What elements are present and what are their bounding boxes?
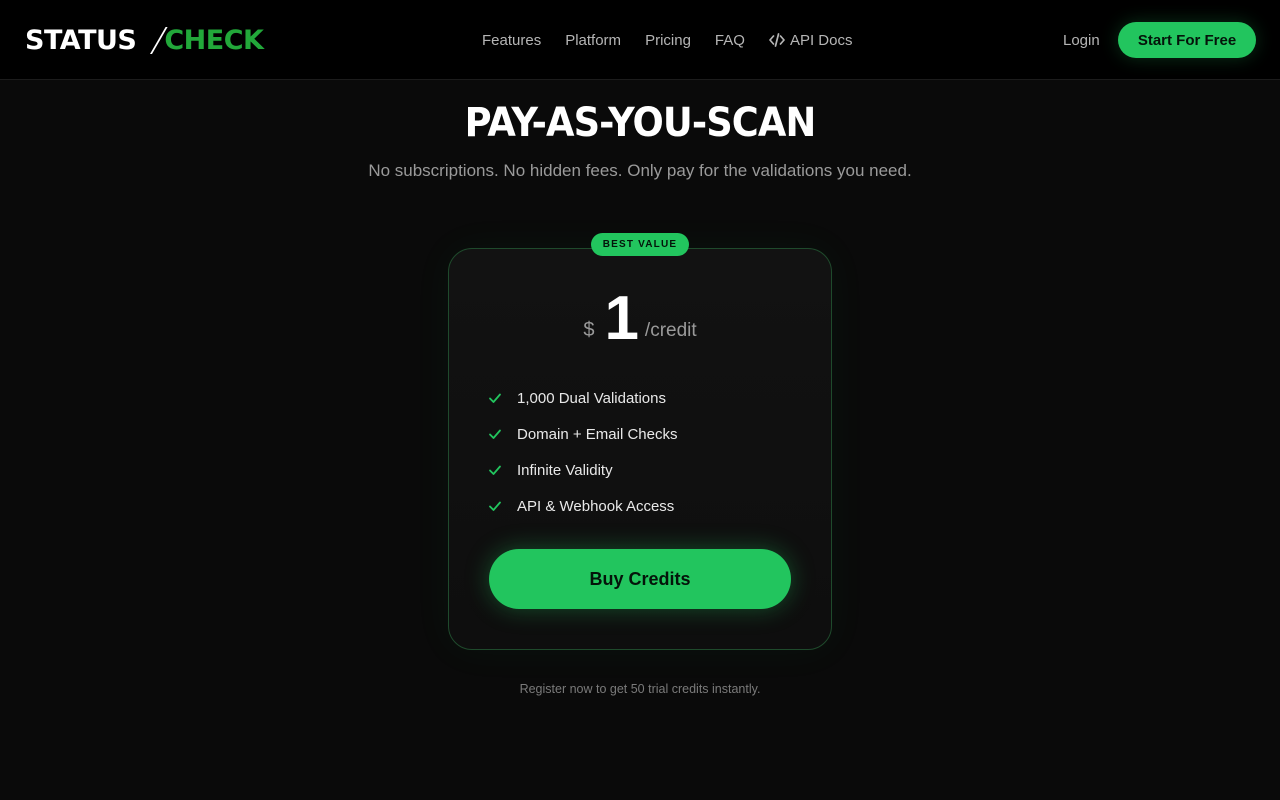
top-navigation-bar: STATUS CHECK Features Platform Pricing F…: [0, 0, 1280, 80]
check-icon: [489, 393, 501, 403]
login-link[interactable]: Login: [1063, 0, 1100, 80]
check-icon: [489, 465, 501, 475]
brand-logo-part-check: CHECK: [164, 24, 264, 56]
price-unit: /credit: [644, 320, 697, 341]
nav-link-api-docs[interactable]: API Docs: [769, 31, 853, 49]
feature-item: Domain + Email Checks: [488, 416, 677, 452]
nav-link-faq[interactable]: FAQ: [715, 32, 745, 49]
brand-logo[interactable]: STATUS CHECK: [25, 24, 264, 56]
brand-logo-part-status: STATUS: [25, 24, 137, 56]
nav-link-api-docs-label: API Docs: [789, 31, 853, 49]
buy-credits-button[interactable]: Buy Credits: [489, 549, 791, 609]
nav-link-pricing[interactable]: Pricing: [645, 32, 691, 49]
feature-label: Infinite Validity: [517, 461, 613, 479]
feature-label: API & Webhook Access: [517, 497, 675, 515]
best-value-badge: BEST VALUE: [591, 233, 689, 256]
check-icon: [489, 501, 501, 511]
feature-item: 1,000 Dual Validations: [488, 380, 677, 416]
feature-label: Domain + Email Checks: [517, 425, 678, 443]
feature-list: 1,000 Dual Validations Domain + Email Ch…: [488, 380, 677, 524]
nav-link-platform[interactable]: Platform: [565, 32, 621, 49]
price-currency: $: [583, 319, 595, 341]
nav-link-features[interactable]: Features: [482, 32, 541, 49]
trial-credits-note: Register now to get 50 trial credits ins…: [519, 682, 761, 696]
main-nav: Features Platform Pricing FAQ API Docs: [482, 0, 852, 80]
logo-slash-icon: [142, 27, 160, 53]
price-display: $ 1 /credit: [448, 284, 832, 353]
check-icon: [489, 429, 501, 439]
feature-item: API & Webhook Access: [488, 488, 677, 524]
page-subtitle: No subscriptions. No hidden fees. Only p…: [368, 161, 912, 180]
feature-label: 1,000 Dual Validations: [517, 389, 666, 407]
feature-item: Infinite Validity: [488, 452, 677, 488]
start-for-free-button[interactable]: Start For Free: [1118, 22, 1256, 58]
price-amount: 1: [604, 284, 639, 353]
page-title: PAY-AS-YOU-SCAN: [464, 100, 817, 146]
code-icon: [769, 33, 785, 47]
